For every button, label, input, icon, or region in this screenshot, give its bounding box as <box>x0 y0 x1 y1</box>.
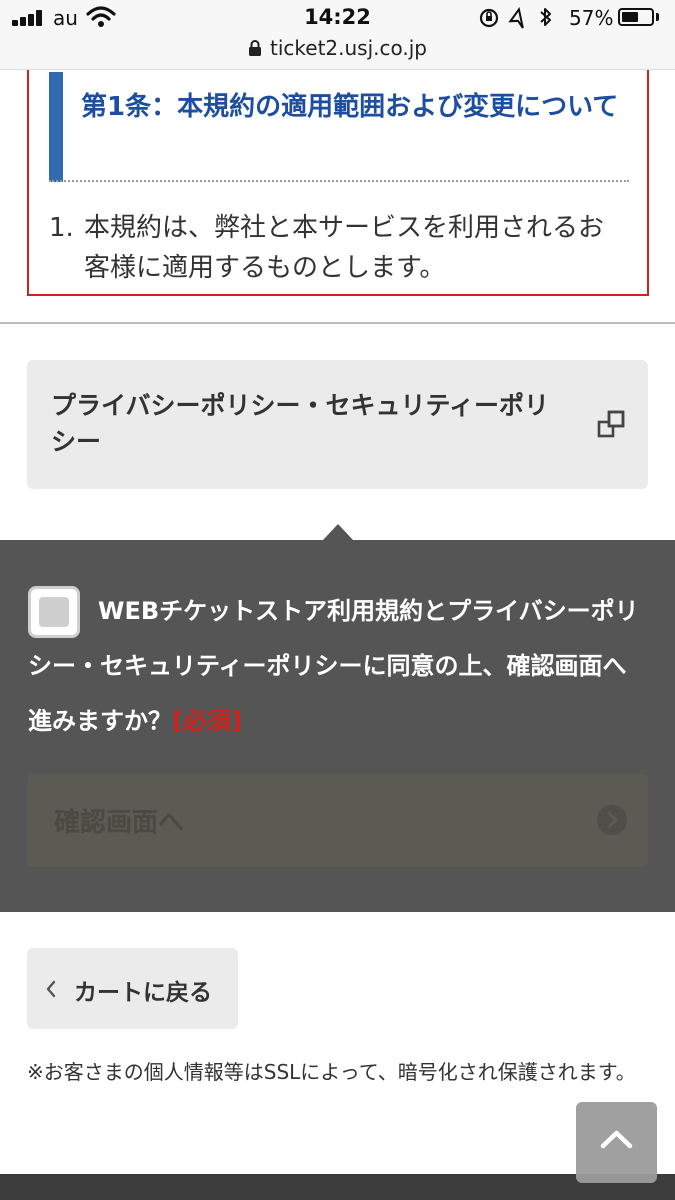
lock-icon <box>249 40 261 56</box>
orientation-lock-icon <box>479 8 499 28</box>
privacy-policy-link[interactable]: プライバシーポリシー・セキュリティーポリシー <box>27 360 648 489</box>
agreement-panel: WEBチケットストア利用規約とプライバシーポリシー・セキュリティーポリシーに同意… <box>0 540 675 912</box>
url-text: ticket2.usj.co.jp <box>270 36 427 60</box>
required-badge: [必須] <box>172 707 242 735</box>
page-top-button[interactable] <box>576 1102 657 1183</box>
dotted-divider <box>49 180 629 182</box>
article-title: 第1条：本規約の適用範囲および変更について <box>49 72 629 182</box>
checkbox-mark <box>39 597 69 627</box>
agree-checkbox[interactable] <box>28 586 80 638</box>
status-bar: au 14:22 57% ticket2.usj.co.jp <box>0 0 675 70</box>
back-to-cart-label: カートに戻る <box>74 980 212 1006</box>
external-link-icon <box>597 410 625 438</box>
back-to-cart-button[interactable]: カートに戻る <box>27 948 238 1029</box>
agreement-question: WEBチケットストア利用規約とプライバシーポリシー・セキュリティーポリシーに同意… <box>28 584 648 749</box>
address-bar[interactable]: ticket2.usj.co.jp <box>0 36 675 60</box>
battery-tip <box>656 13 659 21</box>
footer <box>0 1174 675 1200</box>
panel-pointer <box>323 524 353 540</box>
chevron-left-icon <box>46 980 56 998</box>
battery-level <box>622 12 638 22</box>
location-arrow-icon <box>508 7 524 29</box>
privacy-policy-label: プライバシーポリシー・セキュリティーポリシー <box>51 391 550 456</box>
battery-percent: 57% <box>569 6 614 30</box>
battery-icon <box>618 8 654 26</box>
chevron-up-icon <box>600 1130 633 1149</box>
confirm-button[interactable]: 確認画面へ <box>27 774 648 867</box>
agreement-question-text: WEBチケットストア利用規約とプライバシーポリシー・セキュリティーポリシーに同意… <box>28 597 639 735</box>
list-item-text: 本規約は、弊社と本サービスを利用されるお客様に適用するものとします。 <box>84 213 605 283</box>
bluetooth-icon <box>540 8 551 26</box>
terms-scroll-box[interactable]: 第1条：本規約の適用範囲および変更について 1. 本規約は、弊社と本サービスを利… <box>27 70 649 296</box>
section-divider <box>0 322 675 324</box>
confirm-button-label: 確認画面へ <box>54 808 185 838</box>
chevron-right-icon <box>597 805 627 835</box>
terms-list-item: 1. 本規約は、弊社と本サービスを利用されるお客様に適用するものとします。 <box>49 208 629 288</box>
ssl-note: ※お客さまの個人情報等はSSLによって、暗号化され保護されます。 <box>27 1060 636 1084</box>
status-icons <box>479 7 551 29</box>
list-item-number: 1. <box>49 213 74 243</box>
